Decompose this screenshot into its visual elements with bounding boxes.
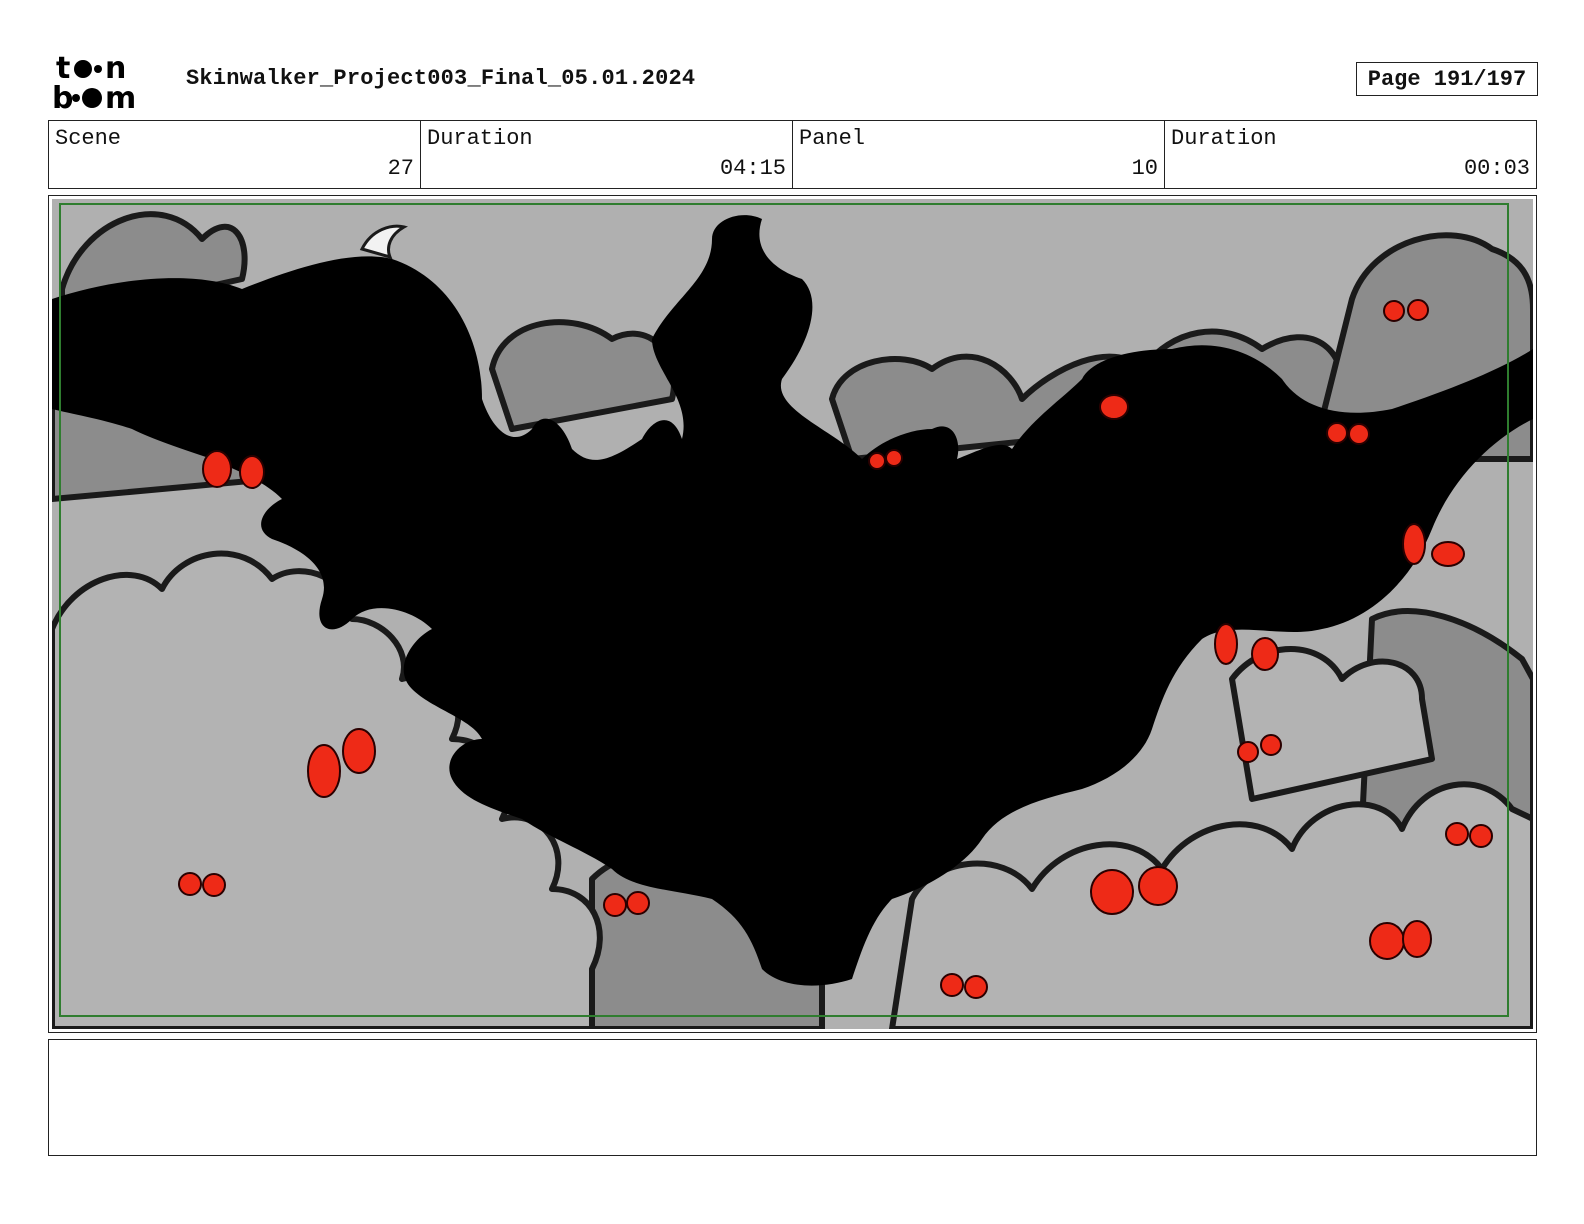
panel-duration-cell: Duration 00:03 [1165, 121, 1536, 188]
eye [1138, 866, 1178, 906]
toon-boom-logo: t n b m [52, 51, 136, 112]
eye [239, 455, 265, 489]
svg-text:b: b [52, 81, 73, 112]
eye [940, 973, 964, 997]
eye [868, 452, 886, 470]
svg-text:m: m [105, 81, 136, 112]
eye [178, 872, 202, 896]
eye [1090, 869, 1134, 915]
panel-label: Panel [799, 126, 866, 151]
scene-duration-value: 04:15 [719, 156, 786, 181]
eye [1237, 741, 1259, 763]
eye [1348, 423, 1370, 445]
panel-duration-value: 00:03 [1463, 156, 1530, 181]
eye [1469, 824, 1493, 848]
eye [1402, 920, 1432, 958]
project-title: Skinwalker_Project003_Final_05.01.2024 [186, 66, 696, 91]
eye [202, 873, 226, 897]
eye [1260, 734, 1282, 756]
eye [1214, 623, 1238, 665]
eye [964, 975, 988, 999]
eye [626, 891, 650, 915]
panel-notes-box [48, 1039, 1537, 1156]
eye [1369, 922, 1405, 960]
panel-duration-label: Duration [1171, 126, 1277, 151]
eye [1431, 541, 1465, 567]
eye [1326, 422, 1348, 444]
panel-cell: Panel 10 [793, 121, 1165, 188]
storyboard-panel [48, 195, 1537, 1033]
eye [1407, 299, 1429, 321]
eye [202, 450, 232, 488]
scene-cell: Scene 27 [49, 121, 421, 188]
eye [1099, 394, 1129, 420]
scene-duration-label: Duration [427, 126, 533, 151]
eye [307, 744, 341, 798]
eye [1445, 822, 1469, 846]
eye [885, 449, 903, 467]
page-indicator: Page 191/197 [1356, 62, 1538, 96]
scene-value: 27 [387, 156, 414, 181]
panel-info-row: Scene 27 Duration 04:15 Panel 10 Duratio… [48, 120, 1537, 189]
eye [1402, 523, 1426, 565]
eye [342, 728, 376, 774]
scene-label: Scene [55, 126, 122, 151]
panel-artwork [52, 199, 1533, 1029]
scene-duration-cell: Duration 04:15 [421, 121, 793, 188]
eye [1251, 637, 1279, 671]
panel-value: 10 [1131, 156, 1158, 181]
eye [603, 893, 627, 917]
eye [1383, 300, 1405, 322]
